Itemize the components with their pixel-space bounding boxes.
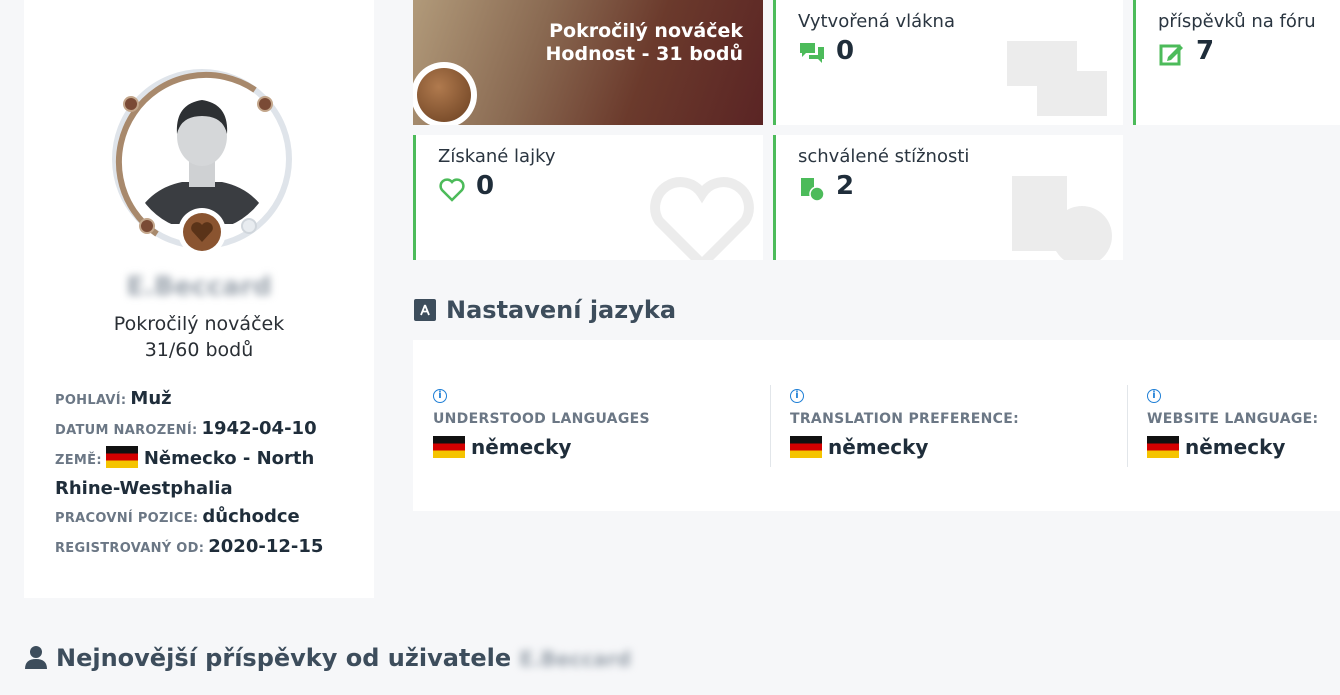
divider xyxy=(1127,385,1128,467)
stat-posts-title: příspěvků na fóru xyxy=(1158,11,1316,32)
info-job-label: PRACOVNÍ POZICE: xyxy=(55,511,199,526)
info-birthdate-value: 1942-04-10 xyxy=(201,418,317,439)
stat-posts: příspěvků na fóru 7 xyxy=(1133,0,1340,125)
lang-website-label: WEBSITE LANGUAGE: xyxy=(1147,411,1319,427)
rank-card: Pokročilý nováček Hodnost - 31 bodů xyxy=(413,0,763,125)
german-flag-icon xyxy=(1147,436,1179,458)
profile-rank-points: 31/60 bodů xyxy=(144,339,254,361)
language-heading-text: Nastavení jazyka xyxy=(446,296,677,324)
stat-complaints: schválené stížnosti 2 xyxy=(773,135,1123,260)
info-country: ZEMĚ: Německo - North Rhine-Westphalia xyxy=(55,445,355,503)
chat-bubbles-bg-icon xyxy=(1007,41,1107,116)
profile-card: E.Beccard Pokročilý nováček 31/60 bodů P… xyxy=(24,0,374,598)
lang-col-translation: i TRANSLATION PREFERENCE: německy xyxy=(770,385,1127,467)
complaint-bg-icon xyxy=(1012,176,1112,260)
language-panel: i UNDERSTOOD LANGUAGES německy i TRANSLA… xyxy=(413,340,1340,511)
avatar xyxy=(107,64,297,256)
info-gender-label: POHLAVÍ: xyxy=(55,393,127,408)
german-flag-icon xyxy=(105,446,138,468)
stat-likes-value: 0 xyxy=(476,171,495,201)
lang-translation-label: TRANSLATION PREFERENCE: xyxy=(790,411,1020,427)
lang-website-text: německy xyxy=(1185,435,1286,459)
stat-complaints-title: schválené stížnosti xyxy=(798,146,970,167)
language-heading: Nastavení jazyka xyxy=(414,296,676,324)
info-job-value: důchodce xyxy=(202,506,300,527)
stat-threads-value: 0 xyxy=(836,36,855,66)
lang-understood-text: německy xyxy=(471,435,572,459)
latest-posts-username[interactable]: E.Beccard xyxy=(520,647,631,671)
latest-posts-heading: Nejnovější příspěvky od uživatele E.Becc… xyxy=(24,644,631,672)
info-icon[interactable]: i xyxy=(1147,389,1161,403)
stat-threads-title: Vytvořená vlákna xyxy=(798,11,955,32)
latest-posts-heading-text: Nejnovější příspěvky od uživatele xyxy=(56,644,512,672)
info-registered-label: REGISTROVANÝ OD: xyxy=(55,541,205,556)
lang-understood-label: UNDERSTOOD LANGUAGES xyxy=(433,411,650,427)
lang-col-understood: i UNDERSTOOD LANGUAGES německy xyxy=(413,385,770,467)
info-birthdate: DATUM NAROZENÍ: 1942-04-10 xyxy=(55,415,355,445)
info-job: PRACOVNÍ POZICE: důchodce xyxy=(55,503,355,533)
rank-card-subtitle: Hodnost - 31 bodů xyxy=(545,43,743,65)
info-icon[interactable]: i xyxy=(433,389,447,403)
user-icon xyxy=(25,646,47,669)
edit-icon xyxy=(1159,44,1183,66)
profile-rank-name: Pokročilý nováček xyxy=(113,313,285,335)
translate-icon xyxy=(414,299,436,321)
info-icon[interactable]: i xyxy=(790,389,804,403)
rank-badge-icon xyxy=(413,62,477,125)
lang-translation-text: německy xyxy=(828,435,929,459)
german-flag-icon xyxy=(433,436,465,458)
heart-icon xyxy=(439,178,465,202)
info-gender: POHLAVÍ: Muž xyxy=(55,385,355,415)
avatar-progress-ring xyxy=(112,69,292,256)
chat-bubbles-icon xyxy=(800,43,824,63)
profile-username: E.Beccard xyxy=(126,272,272,302)
info-country-label: ZEMĚ: xyxy=(55,453,102,468)
info-registered-value: 2020-12-15 xyxy=(208,536,324,557)
heart-bg-icon xyxy=(650,177,754,260)
stat-likes-title: Získané lajky xyxy=(438,146,556,167)
stat-threads: Vytvořená vlákna 0 xyxy=(773,0,1123,125)
profile-info: POHLAVÍ: Muž DATUM NAROZENÍ: 1942-04-10 ZE… xyxy=(55,385,355,563)
lang-translation-value: německy xyxy=(790,435,928,459)
german-flag-icon xyxy=(790,436,822,458)
info-birthdate-label: DATUM NAROZENÍ: xyxy=(55,423,198,438)
stat-likes: Získané lajky 0 xyxy=(413,135,763,260)
stat-posts-value: 7 xyxy=(1196,36,1215,66)
rank-card-title: Pokročilý nováček xyxy=(549,20,743,42)
lang-website-value: německy xyxy=(1147,435,1285,459)
divider xyxy=(770,385,771,467)
lang-understood-value: německy xyxy=(433,435,571,459)
info-gender-value: Muž xyxy=(130,388,172,409)
complaint-icon xyxy=(801,178,825,202)
lang-col-website: i WEBSITE LANGUAGE: německy xyxy=(1127,385,1340,467)
stat-complaints-value: 2 xyxy=(836,171,855,201)
info-registered: REGISTROVANÝ OD: 2020-12-15 xyxy=(55,533,355,563)
